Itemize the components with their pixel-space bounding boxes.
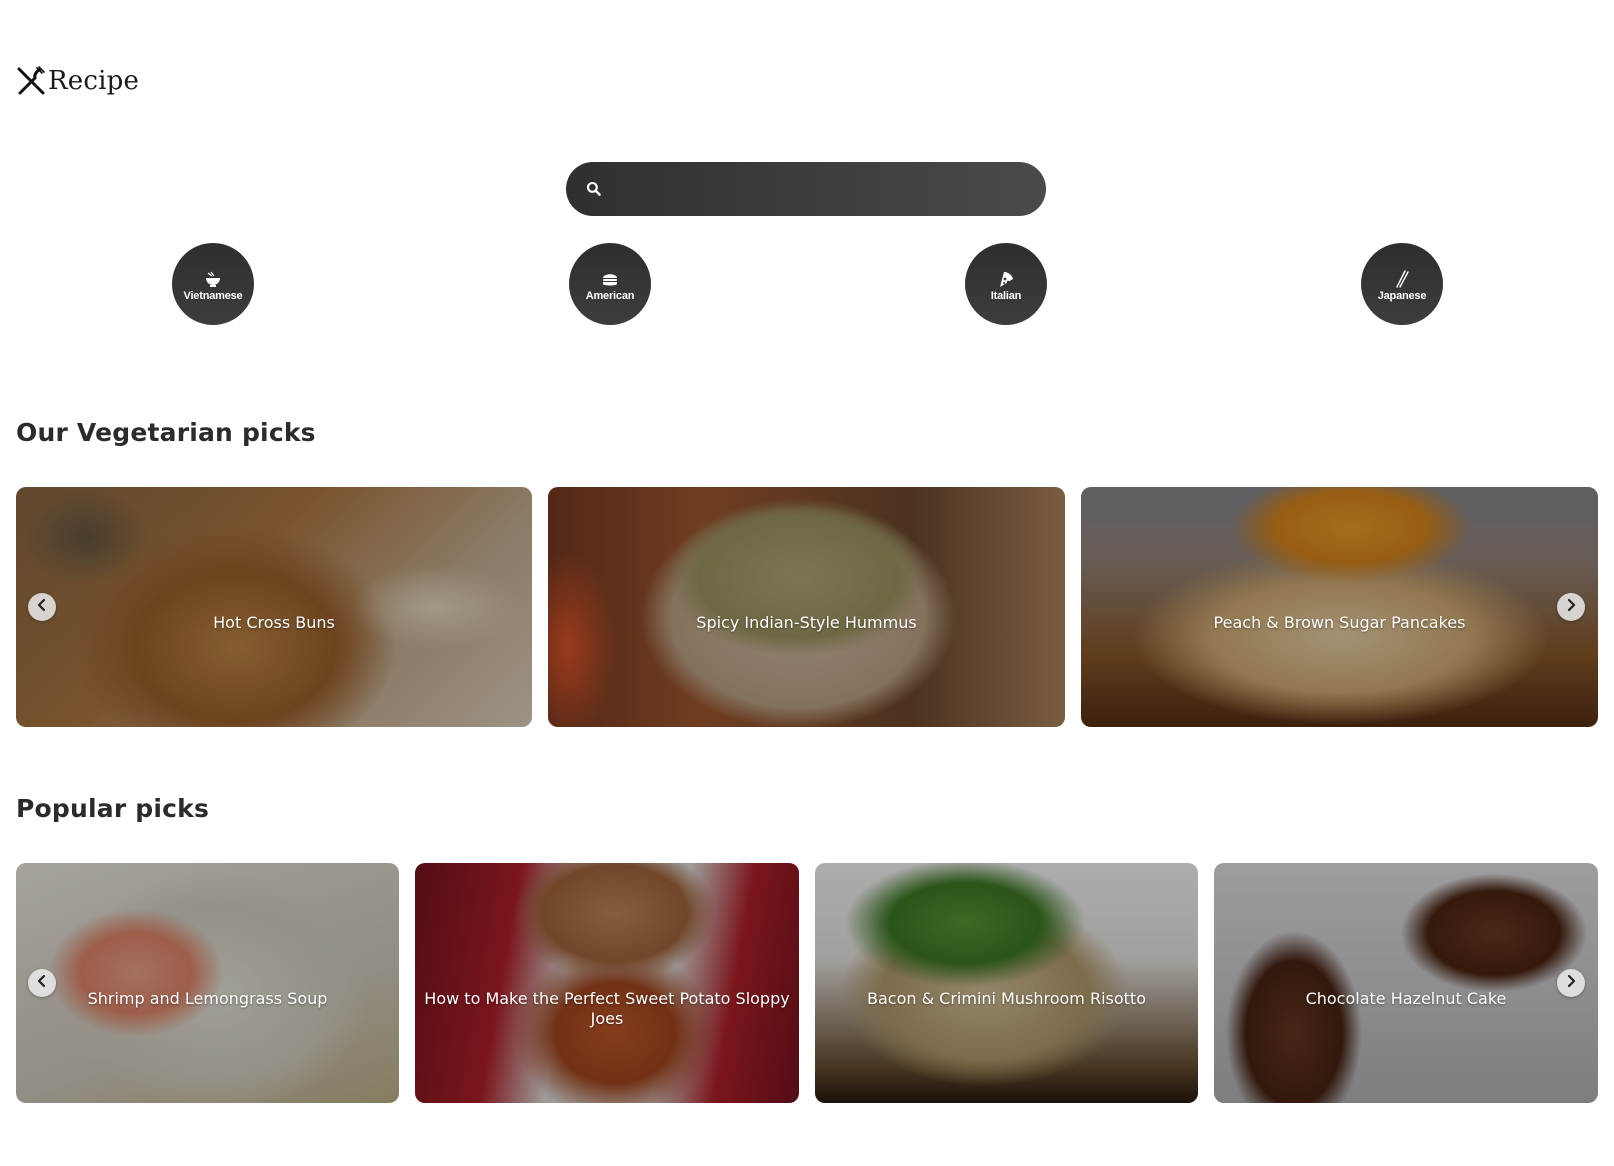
carousel-prev-button[interactable] (28, 969, 56, 997)
recipe-title: Spicy Indian-Style Hummus (696, 613, 917, 632)
chevron-right-icon (1564, 598, 1578, 617)
recipe-title: Hot Cross Buns (213, 613, 335, 632)
cuisine-italian[interactable]: Italian (965, 243, 1047, 325)
recipe-title: Shrimp and Lemongrass Soup (87, 989, 328, 1008)
chevron-left-icon (35, 974, 49, 993)
pizza-icon (996, 266, 1016, 288)
chevron-left-icon (35, 598, 49, 617)
vegetarian-section-title: Our Vegetarian picks (16, 418, 316, 447)
logo-link[interactable]: Recipe (16, 64, 139, 98)
recipe-card[interactable]: Spicy Indian-Style Hummus (548, 487, 1065, 727)
recipe-card[interactable]: Peach & Brown Sugar Pancakes (1081, 487, 1598, 727)
recipe-card[interactable]: Shrimp and Lemongrass Soup (16, 863, 399, 1103)
burger-icon (600, 266, 620, 288)
search-icon (582, 177, 606, 201)
cuisine-japanese[interactable]: Japanese (1361, 243, 1443, 325)
recipe-title: Bacon & Crimini Mushroom Risotto (867, 989, 1146, 1008)
recipe-title: How to Make the Perfect Sweet Potato Slo… (424, 989, 790, 1028)
search-bar[interactable] (566, 162, 1046, 216)
logo-text: Recipe (48, 66, 140, 96)
recipe-card[interactable]: How to Make the Perfect Sweet Potato Slo… (415, 863, 799, 1103)
recipe-title: Peach & Brown Sugar Pancakes (1213, 613, 1466, 632)
cuisine-american[interactable]: American (569, 243, 651, 325)
popular-section-title: Popular picks (16, 794, 210, 823)
recipe-card[interactable]: Bacon & Crimini Mushroom Risotto (815, 863, 1198, 1103)
carousel-next-button[interactable] (1557, 969, 1585, 997)
cuisine-vietnamese[interactable]: Vietnamese (172, 243, 254, 325)
cuisine-label: Vietnamese (183, 290, 243, 302)
carousel-prev-button[interactable] (28, 593, 56, 621)
cuisine-label: Italian (990, 290, 1022, 302)
recipe-card[interactable]: Chocolate Hazelnut Cake (1214, 863, 1598, 1103)
search-input[interactable] (606, 162, 1046, 216)
cuisine-label: American (585, 290, 635, 302)
recipe-card[interactable]: Hot Cross Buns (16, 487, 532, 727)
chevron-right-icon (1564, 974, 1578, 993)
carousel-next-button[interactable] (1557, 593, 1585, 621)
recipe-title: Chocolate Hazelnut Cake (1305, 989, 1507, 1008)
cuisine-label: Japanese (1377, 290, 1427, 302)
fork-knife-icon (16, 66, 46, 96)
noodle-bowl-icon (203, 266, 223, 288)
chopsticks-icon (1392, 266, 1412, 288)
